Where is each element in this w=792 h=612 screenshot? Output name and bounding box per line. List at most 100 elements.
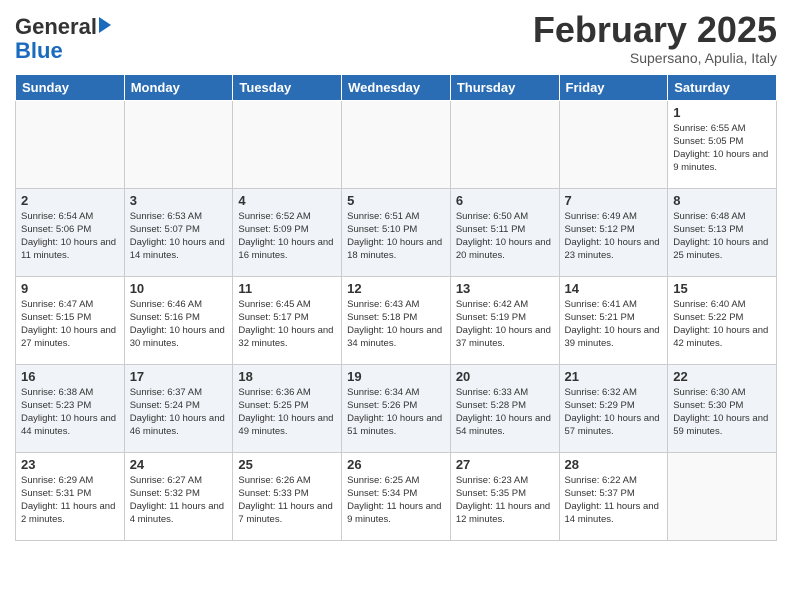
table-row: [450, 100, 559, 188]
day-info: Sunrise: 6:30 AM Sunset: 5:30 PM Dayligh…: [673, 386, 771, 439]
day-number: 22: [673, 369, 771, 384]
day-number: 19: [347, 369, 445, 384]
calendar-week-row: 2Sunrise: 6:54 AM Sunset: 5:06 PM Daylig…: [16, 188, 777, 276]
table-row: 11 Sunrise: 6:45 AM Sunset: 5:17 PM Dayli…: [233, 276, 342, 364]
day-number: 18: [238, 369, 336, 384]
day-number: 6: [456, 193, 554, 208]
day-number: 20: [456, 369, 554, 384]
day-info: Sunrise: 6:33 AM Sunset: 5:28 PM Dayligh…: [456, 386, 554, 439]
table-row: 18Sunrise: 6:36 AM Sunset: 5:25 PM Dayli…: [233, 364, 342, 452]
table-row: 16Sunrise: 6:38 AM Sunset: 5:23 PM Dayli…: [16, 364, 125, 452]
day-number: 9: [21, 281, 119, 296]
day-info: Sunrise: 6:48 AM Sunset: 5:13 PM Dayligh…: [673, 210, 771, 263]
day-info: Sunrise: 6:27 AM Sunset: 5:32 PM Dayligh…: [130, 474, 228, 527]
table-row: 8 Sunrise: 6:48 AM Sunset: 5:13 PM Daylig…: [668, 188, 777, 276]
day-info: Sunrise: 6:55 AM Sunset: 5:05 PM Dayligh…: [673, 122, 771, 175]
day-info: Sunrise: 6:34 AM Sunset: 5:26 PM Dayligh…: [347, 386, 445, 439]
header-sunday: Sunday: [16, 74, 125, 100]
day-info: Sunrise: 6:49 AM Sunset: 5:12 PM Dayligh…: [565, 210, 663, 263]
day-number: 25: [238, 457, 336, 472]
table-row: 27 Sunrise: 6:23 AM Sunset: 5:35 PM Dayli…: [450, 452, 559, 540]
day-number: 27: [456, 457, 554, 472]
day-number: 10: [130, 281, 228, 296]
table-row: 10 Sunrise: 6:46 AM Sunset: 5:16 PM Dayli…: [124, 276, 233, 364]
header-friday: Friday: [559, 74, 668, 100]
day-number: 23: [21, 457, 119, 472]
day-info: Sunrise: 6:53 AM Sunset: 5:07 PM Dayligh…: [130, 210, 228, 263]
day-info: Sunrise: 6:43 AM Sunset: 5:18 PM Dayligh…: [347, 298, 445, 351]
table-row: 25 Sunrise: 6:26 AM Sunset: 5:33 PM Dayli…: [233, 452, 342, 540]
header-saturday: Saturday: [668, 74, 777, 100]
day-number: 8: [673, 193, 771, 208]
table-row: 14 Sunrise: 6:41 AM Sunset: 5:21 PM Dayli…: [559, 276, 668, 364]
day-number: 2: [21, 193, 119, 208]
day-info: Sunrise: 6:25 AM Sunset: 5:34 PM Dayligh…: [347, 474, 445, 527]
header-thursday: Thursday: [450, 74, 559, 100]
table-row: 2Sunrise: 6:54 AM Sunset: 5:06 PM Daylig…: [16, 188, 125, 276]
day-info: Sunrise: 6:38 AM Sunset: 5:23 PM Dayligh…: [21, 386, 119, 439]
day-number: 14: [565, 281, 663, 296]
table-row: 26 Sunrise: 6:25 AM Sunset: 5:34 PM Dayli…: [342, 452, 451, 540]
day-info: Sunrise: 6:47 AM Sunset: 5:15 PM Dayligh…: [21, 298, 119, 351]
logo-blue: Blue: [15, 39, 111, 63]
table-row: 21 Sunrise: 6:32 AM Sunset: 5:29 PM Dayli…: [559, 364, 668, 452]
day-info: Sunrise: 6:51 AM Sunset: 5:10 PM Dayligh…: [347, 210, 445, 263]
day-info: Sunrise: 6:22 AM Sunset: 5:37 PM Dayligh…: [565, 474, 663, 527]
day-number: 1: [673, 105, 771, 120]
day-number: 7: [565, 193, 663, 208]
table-row: [559, 100, 668, 188]
day-number: 4: [238, 193, 336, 208]
table-row: 12Sunrise: 6:43 AM Sunset: 5:18 PM Dayli…: [342, 276, 451, 364]
calendar-week-row: 9 Sunrise: 6:47 AM Sunset: 5:15 PM Daylig…: [16, 276, 777, 364]
table-row: 20 Sunrise: 6:33 AM Sunset: 5:28 PM Dayli…: [450, 364, 559, 452]
calendar-table: Sunday Monday Tuesday Wednesday Thursday…: [15, 74, 777, 541]
day-number: 5: [347, 193, 445, 208]
table-row: [233, 100, 342, 188]
title-section: February 2025 Supersano, Apulia, Italy: [533, 10, 777, 66]
logo: General Blue: [15, 15, 111, 63]
calendar-week-row: 1 Sunrise: 6:55 AM Sunset: 5:05 PM Daylig…: [16, 100, 777, 188]
day-info: Sunrise: 6:41 AM Sunset: 5:21 PM Dayligh…: [565, 298, 663, 351]
table-row: 9 Sunrise: 6:47 AM Sunset: 5:15 PM Daylig…: [16, 276, 125, 364]
logo-arrow-icon: [99, 17, 111, 33]
calendar-header-row: Sunday Monday Tuesday Wednesday Thursday…: [16, 74, 777, 100]
month-title: February 2025: [533, 10, 777, 50]
table-row: 4Sunrise: 6:52 AM Sunset: 5:09 PM Daylig…: [233, 188, 342, 276]
day-number: 26: [347, 457, 445, 472]
table-row: [124, 100, 233, 188]
table-row: 1 Sunrise: 6:55 AM Sunset: 5:05 PM Daylig…: [668, 100, 777, 188]
table-row: 17 Sunrise: 6:37 AM Sunset: 5:24 PM Dayli…: [124, 364, 233, 452]
table-row: 22 Sunrise: 6:30 AM Sunset: 5:30 PM Dayli…: [668, 364, 777, 452]
table-row: 3Sunrise: 6:53 AM Sunset: 5:07 PM Daylig…: [124, 188, 233, 276]
table-row: 28 Sunrise: 6:22 AM Sunset: 5:37 PM Dayli…: [559, 452, 668, 540]
calendar-week-row: 16Sunrise: 6:38 AM Sunset: 5:23 PM Dayli…: [16, 364, 777, 452]
day-info: Sunrise: 6:37 AM Sunset: 5:24 PM Dayligh…: [130, 386, 228, 439]
day-info: Sunrise: 6:46 AM Sunset: 5:16 PM Dayligh…: [130, 298, 228, 351]
table-row: 7 Sunrise: 6:49 AM Sunset: 5:12 PM Daylig…: [559, 188, 668, 276]
day-number: 21: [565, 369, 663, 384]
day-number: 15: [673, 281, 771, 296]
day-info: Sunrise: 6:23 AM Sunset: 5:35 PM Dayligh…: [456, 474, 554, 527]
day-number: 13: [456, 281, 554, 296]
table-row: 24 Sunrise: 6:27 AM Sunset: 5:32 PM Dayli…: [124, 452, 233, 540]
day-info: Sunrise: 6:26 AM Sunset: 5:33 PM Dayligh…: [238, 474, 336, 527]
table-row: 6 Sunrise: 6:50 AM Sunset: 5:11 PM Daylig…: [450, 188, 559, 276]
table-row: [342, 100, 451, 188]
table-row: 15Sunrise: 6:40 AM Sunset: 5:22 PM Dayli…: [668, 276, 777, 364]
logo-general: General: [15, 15, 97, 39]
day-info: Sunrise: 6:45 AM Sunset: 5:17 PM Dayligh…: [238, 298, 336, 351]
day-info: Sunrise: 6:42 AM Sunset: 5:19 PM Dayligh…: [456, 298, 554, 351]
table-row: [668, 452, 777, 540]
day-number: 17: [130, 369, 228, 384]
page-container: General Blue February 2025 Supersano, Ap…: [0, 0, 792, 612]
day-number: 28: [565, 457, 663, 472]
day-info: Sunrise: 6:32 AM Sunset: 5:29 PM Dayligh…: [565, 386, 663, 439]
calendar-week-row: 23 Sunrise: 6:29 AM Sunset: 5:31 PM Dayli…: [16, 452, 777, 540]
day-info: Sunrise: 6:50 AM Sunset: 5:11 PM Dayligh…: [456, 210, 554, 263]
day-number: 24: [130, 457, 228, 472]
day-number: 11: [238, 281, 336, 296]
subtitle: Supersano, Apulia, Italy: [533, 50, 777, 66]
day-info: Sunrise: 6:29 AM Sunset: 5:31 PM Dayligh…: [21, 474, 119, 527]
table-row: 13 Sunrise: 6:42 AM Sunset: 5:19 PM Dayli…: [450, 276, 559, 364]
table-row: 5 Sunrise: 6:51 AM Sunset: 5:10 PM Daylig…: [342, 188, 451, 276]
